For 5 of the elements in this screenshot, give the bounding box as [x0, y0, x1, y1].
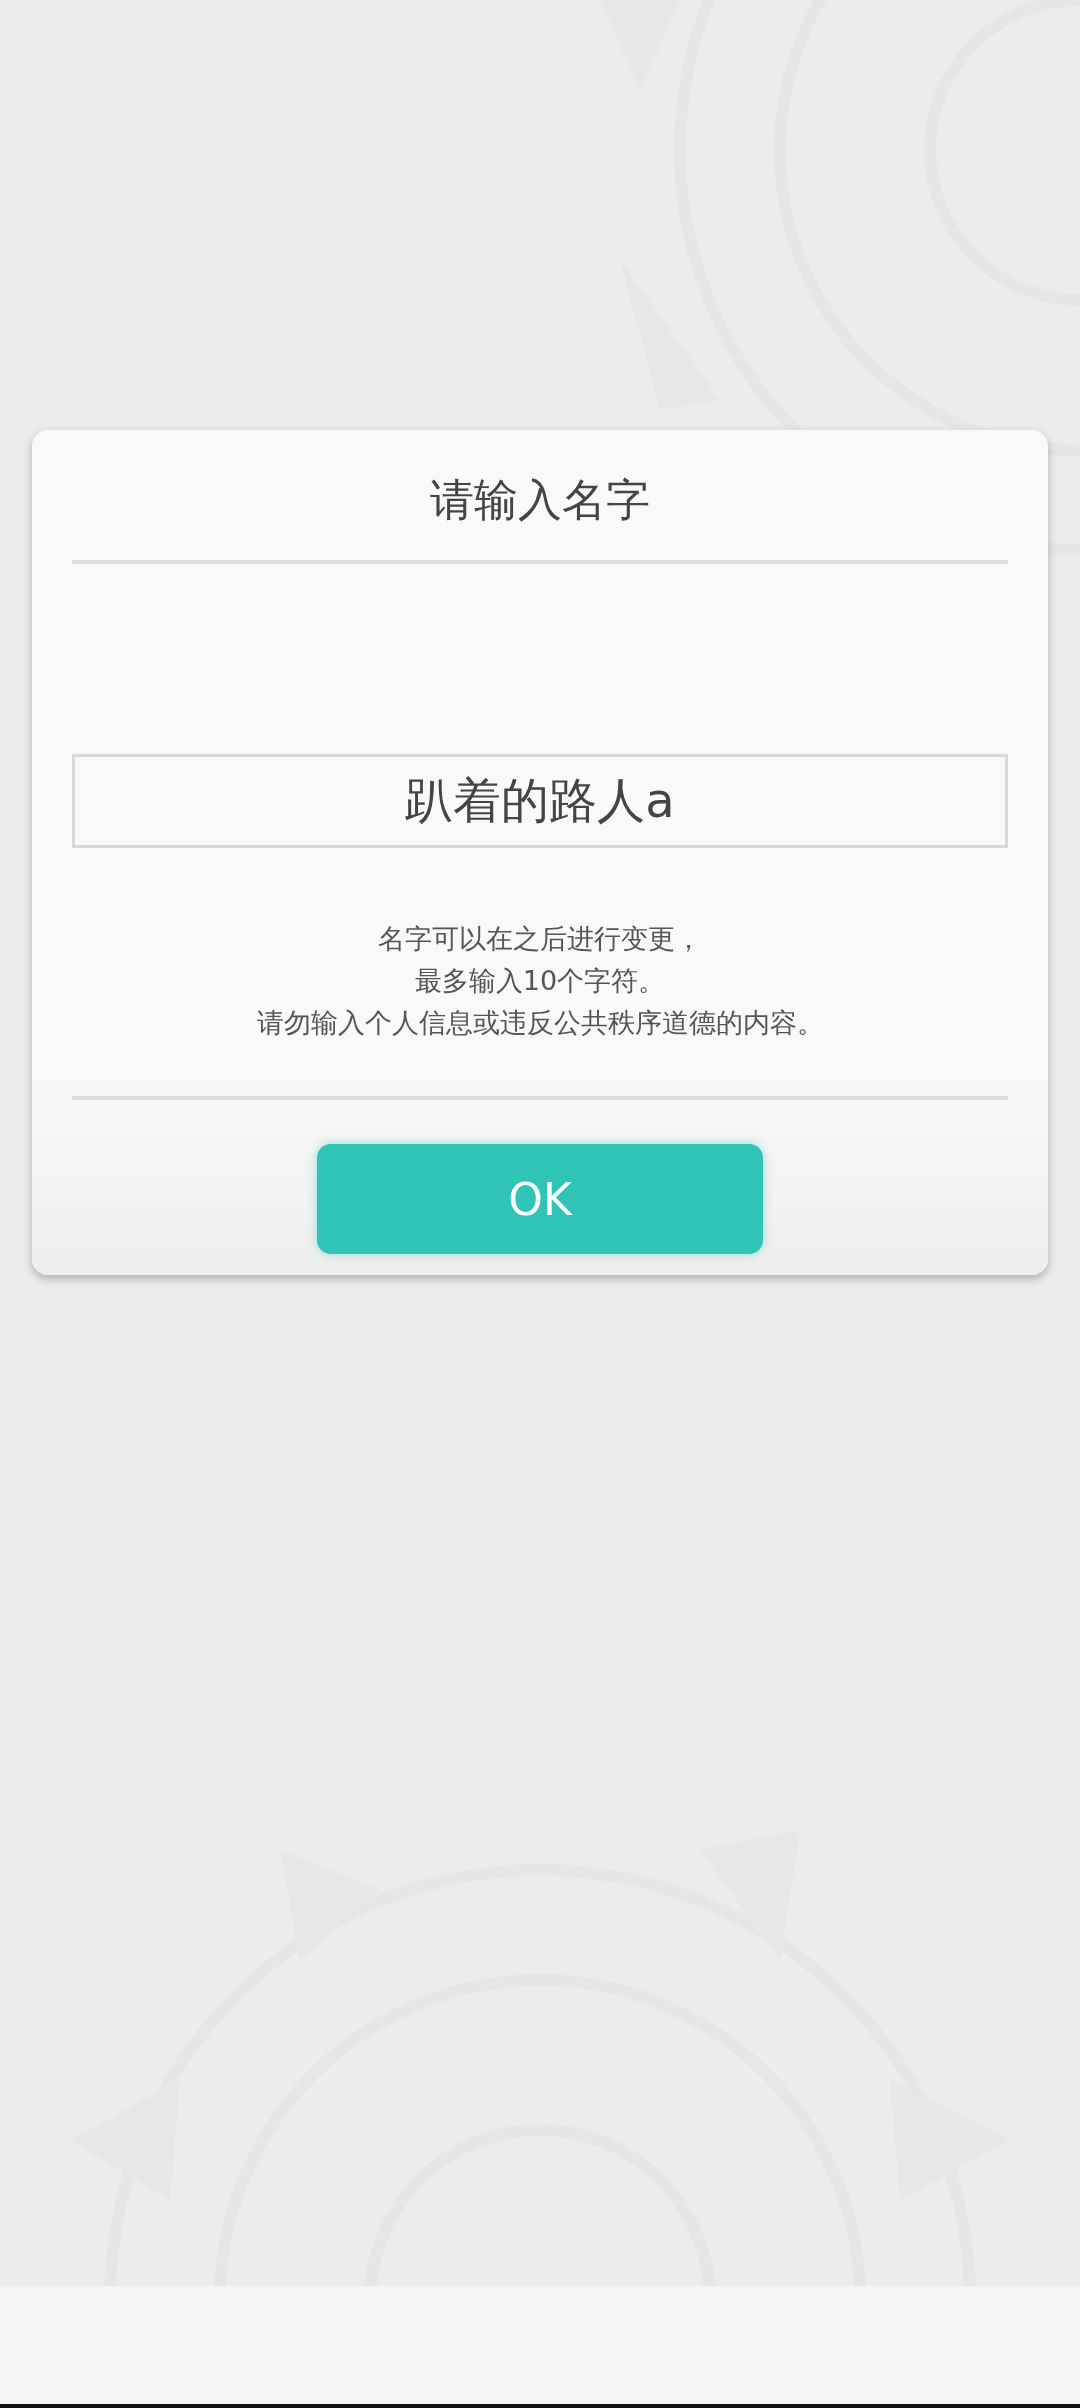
hint-text: 最多输入10个字符。 [414, 964, 666, 998]
hint-text: 请勿输入个人信息或违反公共秩序道德的内容。 [256, 1006, 824, 1040]
dialog-title: 请输入名字 [429, 473, 651, 527]
name-field[interactable]: 趴着的路人a [72, 754, 1008, 848]
hint-text: 名字可以在之后进行变更， [378, 922, 702, 956]
